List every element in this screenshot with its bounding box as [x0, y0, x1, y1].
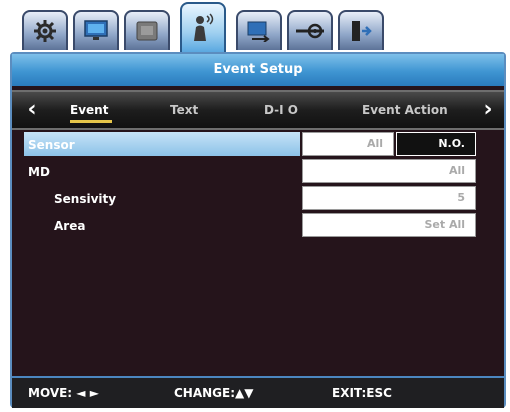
move-hint: MOVE: ◄ ► [28, 386, 99, 400]
sensitivity-row[interactable]: Sensivity 5 [12, 186, 504, 212]
area-row[interactable]: Area Set All [12, 213, 504, 239]
menu-tab-bar [0, 0, 510, 56]
settings-slider-icon [296, 23, 324, 39]
sensor-label: Sensor [28, 138, 75, 152]
md-value[interactable]: All [302, 159, 476, 183]
help-footer: MOVE: ◄ ► CHANGE:▲▼ EXIT:ESC [12, 376, 504, 408]
exit-hint: EXIT:ESC [332, 386, 392, 400]
sub-tab-bar: ‹ Event Text D-I O Event Action › [12, 90, 504, 130]
subtab-dio[interactable]: D-I O [264, 92, 298, 128]
next-arrow-icon[interactable]: › [474, 92, 502, 128]
subtab-event-action[interactable]: Event Action [362, 92, 448, 128]
sensor-type-value[interactable]: N.O. [396, 132, 476, 156]
active-tab-underline [70, 120, 112, 123]
tab-settings[interactable] [287, 10, 333, 50]
sensor-row[interactable]: Sensor All N.O. [12, 132, 504, 158]
event-setup-panel: Event Setup ‹ Event Text D-I O Event Act… [10, 52, 506, 408]
network-icon [247, 21, 270, 42]
monitor-icon [84, 20, 108, 40]
subtab-text[interactable]: Text [170, 92, 198, 128]
md-label: MD [28, 165, 50, 179]
tab-storage[interactable] [124, 10, 170, 50]
person-motion-icon [194, 13, 214, 41]
tab-display[interactable] [73, 10, 119, 50]
exit-door-icon [352, 21, 372, 41]
gear-icon [34, 20, 56, 42]
area-label: Area [54, 219, 86, 233]
tab-network[interactable] [236, 10, 282, 50]
panel-title: Event Setup [12, 54, 504, 86]
change-hint: CHANGE:▲▼ [174, 386, 254, 400]
tab-exit[interactable] [338, 10, 384, 50]
area-value[interactable]: Set All [302, 213, 476, 237]
sensor-value[interactable]: All [302, 132, 394, 156]
hdd-icon [136, 21, 158, 41]
tab-event[interactable] [180, 2, 226, 52]
sensitivity-label: Sensivity [54, 192, 117, 206]
prev-arrow-icon[interactable]: ‹ [18, 92, 46, 128]
tab-system[interactable] [22, 10, 68, 50]
sensitivity-value[interactable]: 5 [302, 186, 476, 210]
md-row[interactable]: MD All [12, 159, 504, 185]
